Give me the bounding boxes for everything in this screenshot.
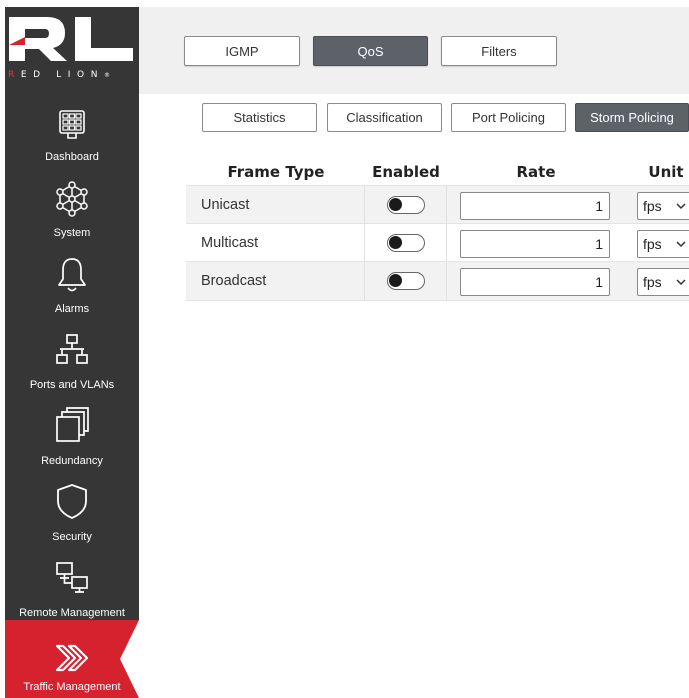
sidebar-item-label: Alarms bbox=[54, 303, 90, 315]
sidebar-item-label: Redundancy bbox=[41, 455, 103, 467]
shield-icon bbox=[57, 484, 87, 519]
sidebar-item-label: Traffic Management bbox=[23, 681, 121, 693]
sidebar-item-alarms[interactable]: Alarms bbox=[5, 247, 139, 323]
column-divider bbox=[446, 262, 447, 300]
enabled-toggle[interactable] bbox=[387, 234, 425, 252]
sidebar-item-label: Dashboard bbox=[45, 151, 99, 163]
ports-vlans-icon bbox=[56, 334, 88, 364]
column-header-rate: Rate bbox=[516, 163, 556, 181]
rate-input[interactable]: 1 bbox=[460, 268, 610, 296]
system-network-icon bbox=[56, 181, 88, 217]
subtab-classification[interactable]: Classification bbox=[327, 103, 442, 132]
tab-igmp[interactable]: IGMP bbox=[184, 36, 300, 66]
chevron-down-icon bbox=[676, 279, 686, 286]
sidebar-item-label: Security bbox=[52, 531, 92, 543]
sidebar-item-label: Ports and VLANs bbox=[29, 379, 115, 391]
column-header-unit: Unit bbox=[648, 163, 684, 181]
sidebar-item-label: Remote Management bbox=[19, 607, 125, 619]
toggle-knob bbox=[389, 198, 402, 211]
unit-select[interactable]: fps bbox=[637, 268, 689, 296]
table-row: Multicast 1 fps bbox=[186, 223, 689, 262]
enabled-toggle[interactable] bbox=[387, 196, 425, 214]
rate-input[interactable]: 1 bbox=[460, 230, 610, 258]
chevron-down-icon bbox=[676, 241, 686, 248]
frame-type-cell: Broadcast bbox=[201, 273, 267, 289]
subtab-storm-policing[interactable]: Storm Policing bbox=[575, 103, 689, 132]
sidebar-item-system[interactable]: System bbox=[5, 171, 139, 247]
redundancy-icon bbox=[56, 407, 89, 442]
enabled-toggle[interactable] bbox=[387, 272, 425, 290]
red-lion-wordmark: RED LION® bbox=[8, 70, 111, 80]
subtab-statistics[interactable]: Statistics bbox=[202, 103, 317, 132]
rate-input[interactable]: 1 bbox=[460, 192, 610, 220]
toggle-knob bbox=[389, 236, 402, 249]
chevron-down-icon bbox=[676, 203, 686, 210]
toggle-knob bbox=[389, 274, 402, 287]
red-lion-logo: RED LION® bbox=[5, 7, 139, 95]
sidebar-item-ports-vlans[interactable]: Ports and VLANs bbox=[5, 323, 139, 399]
unit-select[interactable]: fps bbox=[637, 230, 689, 258]
column-divider bbox=[364, 186, 365, 224]
sidebar: RED LION® Dashboard System Alarms Ports … bbox=[5, 7, 139, 698]
rl-logo-mark-icon bbox=[9, 17, 133, 61]
column-divider bbox=[364, 262, 365, 300]
sidebar-item-traffic-management[interactable]: Traffic Management bbox=[5, 620, 139, 698]
subtab-port-policing[interactable]: Port Policing bbox=[451, 103, 566, 132]
column-header-frame-type: Frame Type bbox=[227, 163, 325, 181]
frame-type-cell: Unicast bbox=[201, 197, 250, 213]
table-bottom-border bbox=[186, 300, 689, 301]
sidebar-item-label: System bbox=[53, 227, 91, 239]
table-row: Broadcast 1 fps bbox=[186, 261, 689, 300]
table-row: Unicast 1 fps bbox=[186, 185, 689, 224]
frame-type-cell: Multicast bbox=[201, 235, 259, 251]
sidebar-item-dashboard[interactable]: Dashboard bbox=[5, 95, 139, 171]
column-divider bbox=[364, 224, 365, 262]
tab-qos[interactable]: QoS bbox=[313, 36, 428, 66]
column-divider bbox=[446, 224, 447, 262]
dashboard-icon bbox=[59, 110, 85, 139]
tab-filters[interactable]: Filters bbox=[441, 36, 557, 66]
sidebar-item-security[interactable]: Security bbox=[5, 475, 139, 551]
column-header-enabled: Enabled bbox=[372, 163, 440, 181]
traffic-chevrons-icon bbox=[55, 644, 89, 672]
remote-management-icon bbox=[56, 562, 88, 593]
sidebar-item-redundancy[interactable]: Redundancy bbox=[5, 399, 139, 475]
active-indicator-notch bbox=[120, 620, 139, 698]
column-divider bbox=[446, 186, 447, 224]
unit-select[interactable]: fps bbox=[637, 192, 689, 220]
sidebar-item-remote-management[interactable]: Remote Management bbox=[5, 551, 139, 627]
bell-icon bbox=[58, 258, 86, 292]
